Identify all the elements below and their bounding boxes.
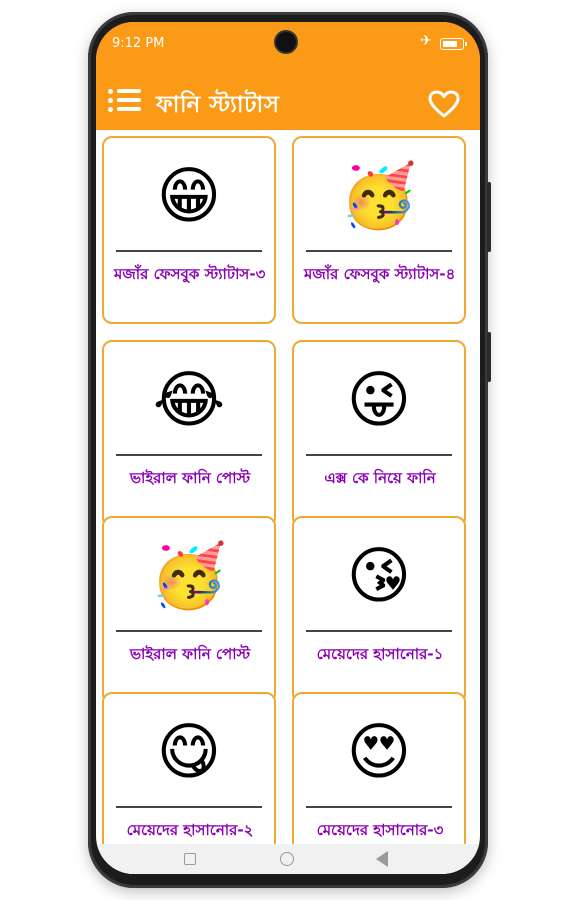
status-bar: 9:12 PM ✈ xyxy=(96,22,480,62)
status-card[interactable]: 😁 মজাঁর ফেসবুক স্ট্যাটাস-৩ xyxy=(102,136,276,324)
home-button[interactable] xyxy=(280,852,294,866)
app-header: 9:12 PM ✈ ফানি স্ট্যাটাস xyxy=(96,22,480,130)
status-grid: 😁 মজাঁর ফেসবুক স্ট্যাটাস-৩ 🥳 মজাঁর ফেসবুক স… xyxy=(102,136,476,874)
status-card[interactable]: 😘 মেয়েদের হাসানোর-১ xyxy=(292,516,466,704)
status-time: 9:12 PM xyxy=(112,36,165,51)
back-button[interactable] xyxy=(376,851,388,867)
status-card[interactable]: 😂 ভাইরাল ফানি পোস্ট xyxy=(102,340,276,528)
app-bar: ফানি স্ট্যাটাস xyxy=(96,74,480,126)
card-divider xyxy=(306,250,452,252)
heart-outline-icon[interactable] xyxy=(428,90,460,118)
status-card[interactable]: 😜 এক্স কে নিয়ে ফানি xyxy=(292,340,466,528)
card-divider xyxy=(306,806,452,808)
card-label: মেয়েদের হাসানোর-৩ xyxy=(316,821,444,839)
card-divider xyxy=(306,454,452,456)
status-card[interactable]: 🥳 ভাইরাল ফানি পোস্ট xyxy=(102,516,276,704)
card-label: মজাঁর ফেসবুক স্ট্যাটাস-৩ xyxy=(114,265,266,283)
card-divider xyxy=(116,250,262,252)
emoji-image: 😋 xyxy=(156,715,222,788)
navigation-bar xyxy=(96,844,480,874)
card-label: মজাঁর ফেসবুক স্ট্যাটাস-৪ xyxy=(304,265,456,283)
airplane-icon: ✈ xyxy=(420,33,432,49)
card-label: মেয়েদের হাসানোর-২ xyxy=(126,821,254,839)
phone-frame: 9:12 PM ✈ ফানি স্ট্যাটাস 😁 মজাঁর ফেসবুক স… xyxy=(88,12,491,888)
card-divider xyxy=(116,454,262,456)
emoji-image: 🥳 xyxy=(150,539,228,612)
emoji-image: 🥳 xyxy=(340,159,418,232)
card-label: ভাইরাল ফানি পোস্ট xyxy=(129,469,251,487)
status-card[interactable]: 🥳 মজাঁর ফেসবুক স্ট্যাটাস-৪ xyxy=(292,136,466,324)
battery-icon xyxy=(440,38,467,50)
card-divider xyxy=(116,630,262,632)
recent-apps-button[interactable] xyxy=(184,853,196,865)
card-label: মেয়েদের হাসানোর-১ xyxy=(316,645,444,663)
card-divider xyxy=(116,806,262,808)
front-camera xyxy=(276,32,296,52)
screen: 9:12 PM ✈ ফানি স্ট্যাটাস 😁 মজাঁর ফেসবুক স… xyxy=(96,22,480,874)
emoji-image: 😘 xyxy=(346,539,412,612)
emoji-image: 😍 xyxy=(346,715,412,788)
emoji-image: 😜 xyxy=(346,363,412,436)
card-divider xyxy=(306,630,452,632)
app-title: ফানি স্ট্যাটাস xyxy=(156,92,280,118)
volume-button xyxy=(487,182,491,252)
list-menu-icon[interactable] xyxy=(108,88,142,114)
emoji-image: 😂 xyxy=(152,363,226,436)
card-label: এক্স কে নিয়ে ফানি xyxy=(324,469,436,487)
emoji-image: 😁 xyxy=(156,159,222,232)
card-label: ভাইরাল ফানি পোস্ট xyxy=(129,645,251,663)
power-button xyxy=(487,332,491,382)
